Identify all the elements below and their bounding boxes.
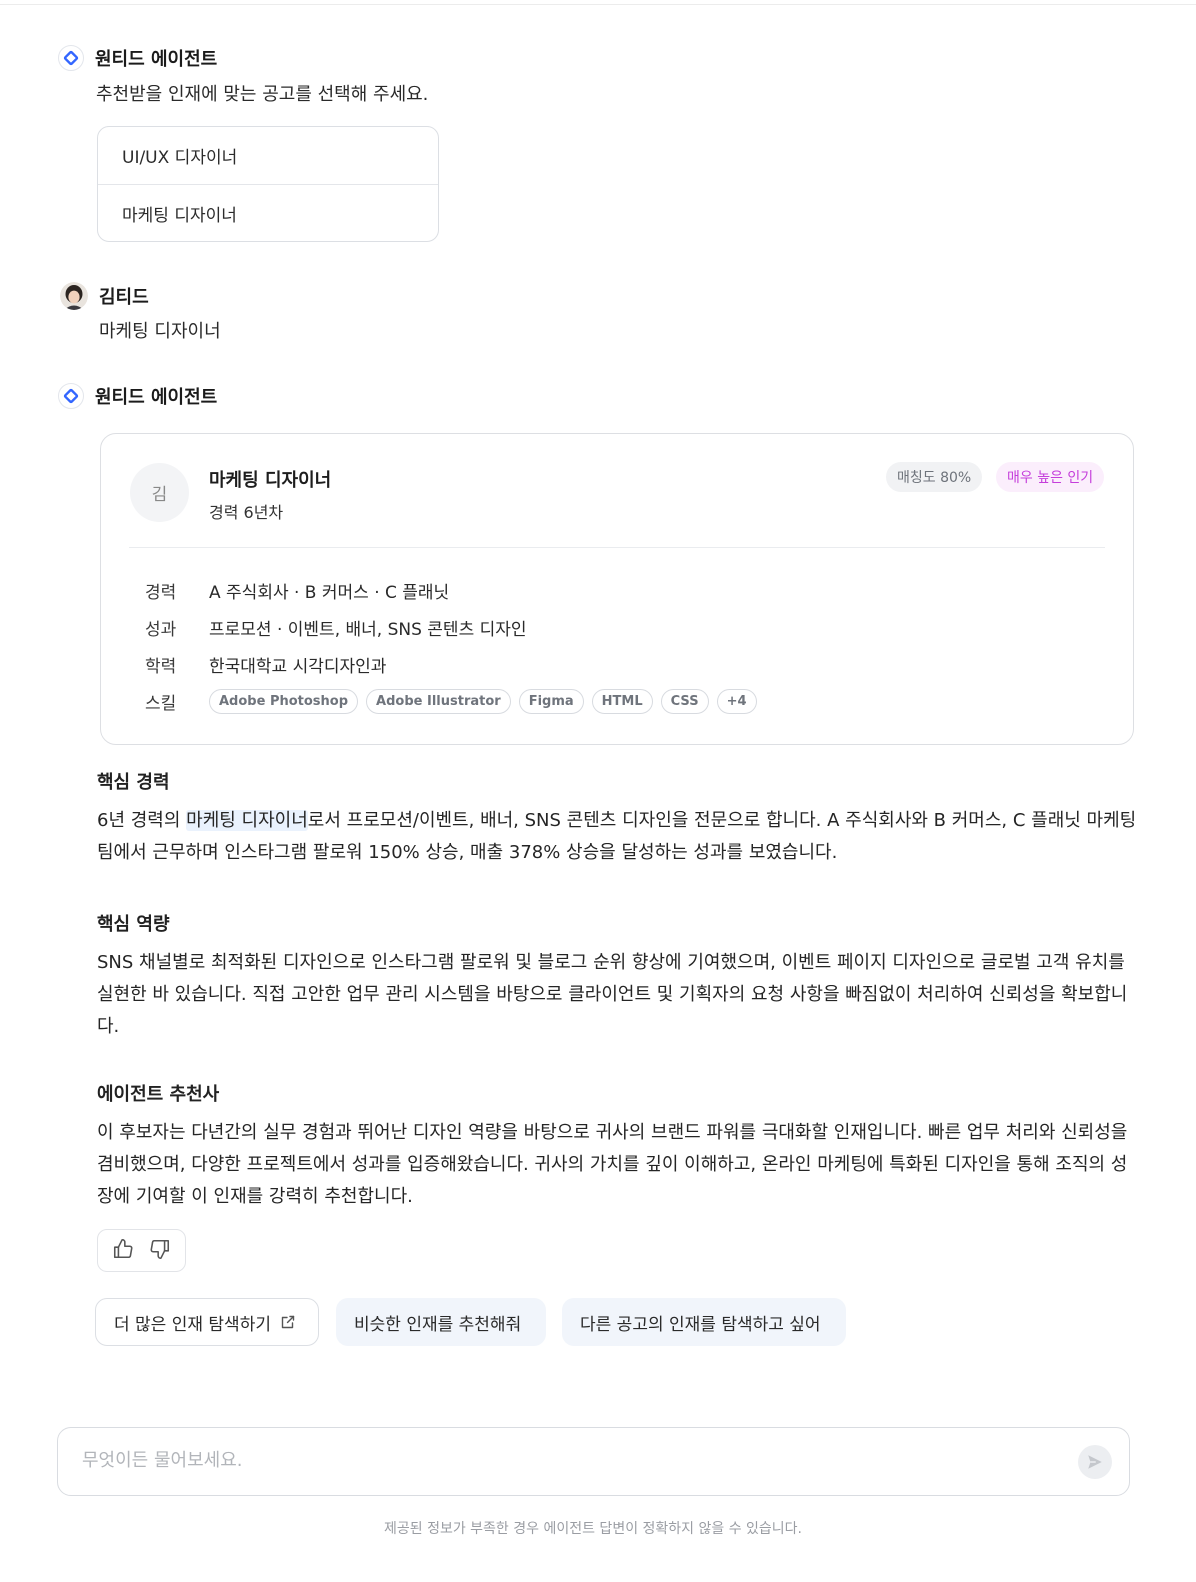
education-label: 학력 [145,657,177,677]
competency-section-title: 핵심 역량 [97,914,170,935]
external-link-icon [280,1314,296,1330]
skill-more-tag[interactable]: +4 [716,689,757,714]
thumbs-up-icon[interactable] [112,1238,134,1264]
achievement-row: 성과 프로모션 · 이벤트, 배너, SNS 콘텐츠 디자인 [145,615,527,640]
education-value: 한국대학교 시각디자인과 [209,657,387,677]
recommend-similar-talent-button[interactable]: 비슷한 인재를 추천해줘 [336,1298,546,1346]
skill-tag: Adobe Photoshop [209,689,359,714]
agent-message-header: 원티드 에이전트 [58,45,217,71]
skill-tag: Adobe Illustrator [366,689,511,714]
recommendation-section-title: 에이전트 추천사 [97,1084,220,1105]
chat-input-box [57,1427,1130,1496]
agent-logo-icon [58,383,84,409]
choice-ui-ux-designer[interactable]: UI/UX 디자이너 [98,127,438,184]
achievement-value: 프로모션 · 이벤트, 배너, SNS 콘텐츠 디자인 [209,620,527,640]
agent-name: 원티드 에이전트 [95,49,218,70]
agent-message-header: 원티드 에이전트 [58,383,217,409]
agent-name: 원티드 에이전트 [95,387,218,408]
popularity-badge: 매우 높은 인기 [996,462,1105,492]
achievement-label: 성과 [145,620,177,640]
candidate-avatar: 김 [130,463,189,522]
send-icon [1088,1455,1102,1469]
chat-input[interactable] [82,1450,1042,1471]
recommendation-section-body: 이 후보자는 다년간의 실무 경험과 뛰어난 디자인 역량을 바탕으로 귀사의 … [97,1122,1128,1207]
choice-marketing-designer[interactable]: 마케팅 디자이너 [98,184,438,241]
skill-tag: Figma [518,689,584,714]
avatar [60,282,88,310]
explore-other-posting-button[interactable]: 다른 공고의 인재를 탐색하고 싶어 [562,1298,846,1346]
skills-row: 스킬 Adobe Photoshop Adobe Illustrator Fig… [145,689,757,714]
career-value: A 주식회사 · B 커머스 · C 플래닛 [209,583,450,603]
agent-prompt: 추천받을 인재에 맞는 공고를 선택해 주세요. [96,84,429,105]
user-message-header: 김티드 [60,282,149,310]
candidate-card[interactable]: 김 마케팅 디자이너 경력 6년차 매칭도 80% 매우 높은 인기 경력 A … [100,433,1134,745]
suggestion-label: 더 많은 인재 탐색하기 [114,1314,271,1335]
career-section-title: 핵심 경력 [97,772,170,793]
education-row: 학력 한국대학교 시각디자인과 [145,652,386,677]
top-divider [0,4,1196,5]
thumbs-down-icon[interactable] [149,1238,171,1264]
user-name: 김티드 [99,287,149,308]
career-label: 경력 [145,583,177,603]
career-row: 경력 A 주식회사 · B 커머스 · C 플래닛 [145,578,449,603]
career-section-body: 6년 경력의 마케팅 디자이너로서 프로모션/이벤트, 배너, SNS 콘텐츠 … [97,805,1137,869]
highlighted-job-title: 마케팅 디자이너 [186,810,308,831]
job-choice-list: UI/UX 디자이너 마케팅 디자이너 [97,126,439,242]
user-message-text: 마케팅 디자이너 [99,321,221,342]
skills-label: 스킬 [145,694,177,714]
skill-tag: HTML [591,689,653,714]
skill-tags: Adobe Photoshop Adobe Illustrator Figma … [209,689,757,714]
explore-more-talent-button[interactable]: 더 많은 인재 탐색하기 [95,1298,319,1346]
match-badge: 매칭도 80% [886,462,983,492]
disclaimer-text: 제공된 정보가 부족한 경우 에이전트 답변이 정확하지 않을 수 있습니다. [383,1521,803,1537]
card-divider [129,547,1105,548]
send-button[interactable] [1078,1445,1112,1479]
career-body-prefix: 6년 경력의 [97,810,187,831]
candidate-title: 마케팅 디자이너 [209,470,332,491]
feedback-buttons [97,1229,186,1272]
agent-logo-icon [58,45,84,71]
competency-section-body: SNS 채널별로 최적화된 디자인으로 인스타그램 팔로워 및 블로그 순위 향… [97,952,1128,1037]
candidate-experience: 경력 6년차 [209,503,284,522]
skill-tag: CSS [660,689,709,714]
